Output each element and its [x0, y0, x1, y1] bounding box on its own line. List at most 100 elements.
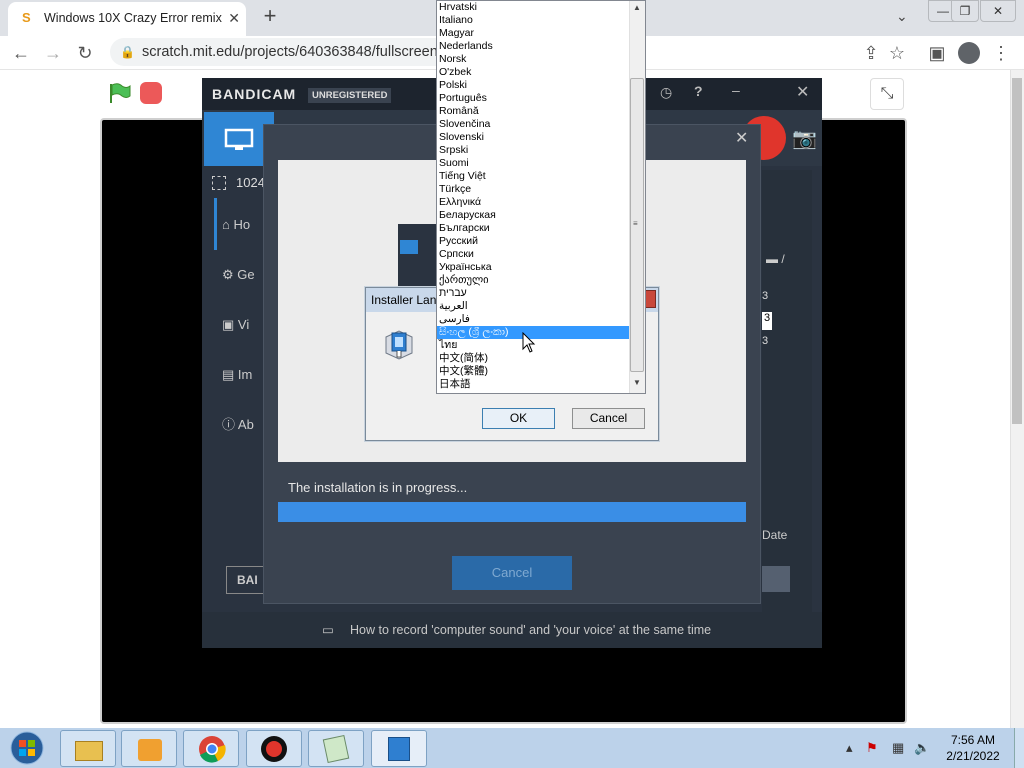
close-window-button[interactable]: ✕ — [980, 0, 1016, 22]
video-icon: ▣ — [222, 317, 238, 332]
bandicam-file-column — [762, 170, 812, 630]
installer-taskbar-button[interactable] — [371, 730, 427, 767]
bandicam-logo: BANDICAM — [212, 86, 297, 102]
clock-date: 2/21/2022 — [946, 749, 1000, 763]
scroll-up-arrow-icon[interactable]: ▲ — [633, 3, 641, 12]
new-tab-button[interactable]: + — [258, 5, 282, 29]
scratch-favicon-icon: S — [22, 10, 31, 25]
language-option[interactable]: العربية — [437, 300, 630, 313]
language-option[interactable]: Italiano — [437, 14, 630, 27]
dialog-ok-button[interactable]: OK — [482, 408, 555, 429]
green-flag-icon[interactable] — [108, 82, 132, 104]
stop-sign-icon[interactable] — [140, 82, 162, 104]
language-option[interactable]: Português — [437, 92, 630, 105]
region-select-icon[interactable] — [212, 176, 226, 190]
language-option[interactable]: Nederlands — [437, 40, 630, 53]
language-option[interactable]: Polski — [437, 79, 630, 92]
sidebar-item-image[interactable]: ▤ Im — [222, 360, 262, 390]
language-option[interactable]: Српски — [437, 248, 630, 261]
notepad-taskbar-button[interactable] — [308, 730, 364, 767]
language-option[interactable]: Tiếng Việt — [437, 170, 630, 183]
page-scrollbar-thumb[interactable] — [1012, 78, 1022, 424]
tab-close-icon[interactable]: ✕ — [228, 2, 240, 34]
tab-search-icon[interactable]: ⌄ — [896, 8, 908, 25]
volume-icon[interactable]: 🔈 — [914, 740, 930, 756]
language-option[interactable]: Slovenski — [437, 131, 630, 144]
language-option[interactable]: Magyar — [437, 27, 630, 40]
file-row[interactable]: 3 — [762, 290, 768, 302]
maximize-button[interactable]: ❐ — [951, 0, 979, 22]
explorer-taskbar-button[interactable] — [60, 730, 116, 767]
tab-title: Windows 10X Crazy Error remix — [44, 11, 222, 25]
reload-icon[interactable]: ↻ — [74, 42, 96, 64]
sidebar-item-home[interactable]: ⌂ Ho — [222, 210, 262, 240]
clock-icon[interactable]: ◷ — [660, 84, 672, 101]
sidebar-active-indicator — [214, 198, 217, 250]
language-option[interactable]: Ελληνικά — [437, 196, 630, 209]
media-player-icon — [138, 739, 162, 761]
unregistered-badge: UNREGISTERED — [308, 88, 392, 103]
file-row-selected[interactable]: 3 — [762, 312, 772, 330]
language-option[interactable]: ქართული — [437, 274, 630, 287]
language-option[interactable]: Srpski — [437, 144, 630, 157]
language-option[interactable]: Русский — [437, 235, 630, 248]
minimize-icon[interactable]: – — [732, 82, 740, 98]
media-player-taskbar-button[interactable] — [121, 730, 177, 767]
dialog-cancel-button[interactable]: Cancel — [572, 408, 645, 429]
resolution-label: 1024 — [236, 175, 265, 190]
profile-avatar-icon[interactable] — [958, 42, 980, 64]
taskbar-clock[interactable]: 7:56 AM 2/21/2022 — [935, 732, 1011, 766]
bookmark-star-icon[interactable]: ☆ — [886, 42, 908, 64]
bandicam-close-icon[interactable]: ✕ — [796, 82, 809, 102]
mouse-cursor-icon — [522, 332, 536, 353]
installation-progress-bar — [278, 502, 746, 522]
language-option[interactable]: Norsk — [437, 53, 630, 66]
camera-icon[interactable]: 📷 — [792, 126, 817, 151]
sidebar-item-video[interactable]: ▣ Vi — [222, 310, 262, 340]
installer-cancel-button[interactable]: Cancel — [452, 556, 572, 590]
language-option[interactable]: Română — [437, 105, 630, 118]
action-center-flag-icon[interactable]: ⚑ — [866, 740, 878, 756]
file-row[interactable]: 3 — [762, 335, 768, 347]
folder-icon[interactable]: ▬ / — [766, 252, 785, 266]
language-option[interactable]: עברית — [437, 287, 630, 300]
back-arrow-icon[interactable]: ← — [10, 42, 32, 64]
info-icon: ⓘ — [222, 417, 238, 432]
installer-icon — [388, 737, 410, 761]
bandicam-banner-button[interactable]: BAI — [226, 566, 266, 594]
folder-icon — [75, 741, 103, 761]
language-option[interactable]: O'zbek — [437, 66, 630, 79]
language-option[interactable]: Українська — [437, 261, 630, 274]
gear-icon: ⚙ — [222, 267, 238, 282]
language-option[interactable]: Български — [437, 222, 630, 235]
language-option[interactable]: 中文(繁體) — [437, 365, 630, 378]
side-panel-icon[interactable]: ▣ — [926, 42, 948, 64]
share-icon[interactable]: ⇪ — [860, 42, 882, 64]
bandicam-action-button[interactable] — [762, 566, 790, 592]
date-column-header: Date — [762, 528, 788, 542]
browser-tab[interactable]: S Windows 10X Crazy Error remix ✕ — [8, 2, 246, 36]
show-desktop-button[interactable] — [1014, 728, 1024, 768]
forward-arrow-icon[interactable]: → — [42, 42, 64, 64]
bandicam-taskbar-button[interactable] — [246, 730, 302, 767]
start-orb-icon[interactable] — [4, 730, 50, 766]
language-option[interactable]: Suomi — [437, 157, 630, 170]
language-option[interactable]: Hrvatski — [437, 1, 630, 14]
sidebar-item-general[interactable]: ⚙ Ge — [222, 260, 262, 290]
exit-fullscreen-button[interactable]: ⤡ — [870, 78, 904, 110]
scroll-down-arrow-icon[interactable]: ▼ — [633, 378, 641, 387]
language-option[interactable]: فارسی — [437, 313, 630, 326]
show-hidden-icons-arrow-icon[interactable]: ▴ — [846, 740, 853, 756]
bandicam-footer-tip[interactable]: ▭ How to record 'computer sound' and 'you… — [202, 612, 822, 648]
language-option[interactable]: Беларуская — [437, 209, 630, 222]
network-icon[interactable]: ▦ — [892, 740, 904, 756]
help-icon[interactable]: ? — [694, 83, 703, 99]
menu-kebab-icon[interactable]: ⋮ — [990, 42, 1012, 64]
chrome-taskbar-button[interactable] — [183, 730, 239, 767]
installation-status-text: The installation is in progress... — [288, 480, 468, 495]
sidebar-item-about[interactable]: ⓘ Ab — [222, 410, 262, 440]
language-option[interactable]: Slovenčina — [437, 118, 630, 131]
installer-close-icon[interactable]: ✕ — [735, 128, 748, 148]
language-option[interactable]: 日本語 — [437, 378, 630, 391]
language-option[interactable]: Türkçe — [437, 183, 630, 196]
